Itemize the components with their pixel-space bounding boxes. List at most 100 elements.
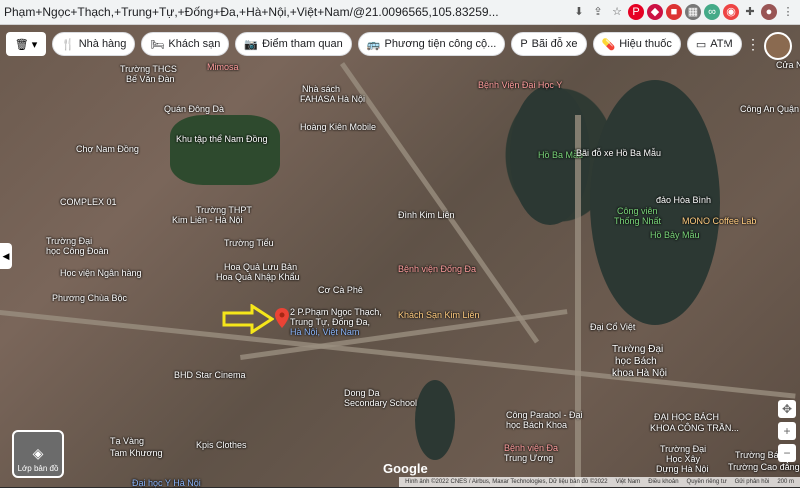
map-place-label[interactable]: Dựng Hà Nội (656, 464, 709, 474)
scale-bar[interactable]: 200 m (777, 479, 794, 485)
compass-icon[interactable]: ✥ (778, 400, 796, 418)
map-place-label[interactable]: KHOA CÔNG TRẦN... (650, 423, 739, 433)
menu-icon[interactable]: ⋮ (780, 4, 796, 20)
collapse-panel-button[interactable]: ◀ (0, 243, 12, 269)
map-place-label[interactable]: Nhà sách (302, 84, 340, 94)
map-place-label[interactable]: Khách Sạn Kim Liên (398, 310, 480, 320)
location-pin-icon[interactable] (275, 308, 289, 328)
atm-icon: ▭ (695, 38, 707, 51)
share-icon[interactable]: ⇪ (590, 4, 606, 20)
map-place-label[interactable]: Trung Ương (504, 453, 553, 463)
avatar[interactable] (764, 32, 792, 60)
map-place-label[interactable]: Mimosa (207, 62, 239, 72)
extension-toolbar: ⬇ ⇪ ☆ P ◆ ■ ▦ ∞ ◉ ✚ ● ⋮ (571, 4, 800, 20)
map-place-label[interactable]: Hoa Quả Lưu Bản (224, 262, 297, 272)
map-place-label[interactable]: Hoa Quả Nhập Khẩu (216, 272, 300, 282)
map-place-label[interactable]: Trường THCS (120, 64, 177, 74)
map-place-label[interactable]: Bệnh Viện Đại Học Y (478, 80, 562, 90)
map-place-label[interactable]: Cơ Cà Phê (318, 285, 363, 295)
map-place-label[interactable]: Trường Cao đẳng (728, 462, 800, 472)
map-place-label[interactable]: Trường Tiểu (224, 238, 274, 248)
chip-pharmacy[interactable]: 💊 Hiệu thuốc (592, 32, 681, 56)
chip-transit[interactable]: 🚌 Phương tiện công cộ... (357, 32, 506, 56)
map-place-label[interactable]: Học viện Ngân hàng (60, 268, 142, 278)
bed-icon: 🛏 (150, 38, 165, 51)
map-place-label[interactable]: Công viên (617, 206, 658, 216)
url-text[interactable]: Phạm+Ngọc+Thạch,+Trung+Tự,+Đống+Đa,+Hà+N… (0, 5, 571, 19)
map-place-label[interactable]: Chợ Nam Đồng (76, 144, 139, 154)
feedback-link[interactable]: Gửi phản hồi (735, 479, 770, 485)
chip-attractions[interactable]: 📷 Điểm tham quan (235, 32, 352, 56)
map-place-label[interactable]: Cửa Nam (776, 60, 800, 70)
map-place-label[interactable]: Tam Khương (110, 448, 162, 458)
map-place-label[interactable]: Bệnh viện Đống Đa (398, 264, 476, 274)
map-area (170, 115, 280, 185)
zoom-out-button[interactable]: − (778, 444, 796, 462)
map-place-label[interactable]: Kim Liên - Hà Nội (172, 215, 243, 225)
chip-label: Nhà hàng (78, 38, 127, 50)
map-place-label[interactable]: Trường THPT (196, 205, 252, 215)
map-place-label[interactable]: FAHASA Hà Nội (300, 94, 365, 104)
map-place-label[interactable]: BHD Star Cinema (174, 370, 246, 380)
extension-icon[interactable]: ◆ (647, 4, 663, 20)
map-place-label[interactable]: Công Parabol - Đại (506, 410, 583, 420)
chip-label: Bãi đỗ xe (531, 38, 578, 50)
layers-button[interactable]: ◈ Lớp bản đồ (12, 430, 64, 478)
map-place-label[interactable]: Đại Cổ Việt (590, 322, 635, 332)
map-place-label[interactable]: Học Xây (666, 454, 700, 464)
trash-menu-button[interactable]: 🗑 ▾ (6, 32, 46, 56)
puzzle-icon[interactable]: ✚ (742, 4, 758, 20)
layers-label: Lớp bản đồ (17, 464, 59, 473)
chip-parking[interactable]: P Bãi đỗ xe (511, 32, 587, 56)
extension-icon[interactable]: ▦ (685, 4, 701, 20)
region-link[interactable]: Việt Nam (616, 479, 641, 485)
map-place-label[interactable]: khoa Hà Nội (612, 368, 667, 379)
terms-link[interactable]: Điều khoản (648, 479, 678, 485)
bus-icon: 🚌 (366, 38, 381, 51)
map-place-label[interactable]: ĐẠI HỌC BÁCH (654, 412, 719, 422)
map-place-label[interactable]: Trường Đại (612, 344, 663, 355)
map-place-label[interactable]: Quán Đông Dà (164, 104, 224, 114)
map-place-label[interactable]: Hồ Bảy Mẫu (650, 230, 700, 240)
selected-place-label[interactable]: 2 P.Phạm Ngọc Thạch, Trung Tự, Đống Đa, … (290, 307, 382, 337)
pinterest-icon[interactable]: P (628, 4, 644, 20)
map-place-label[interactable]: Dong Da (344, 388, 380, 398)
map-place-label[interactable]: Hoàng Kiên Mobile (300, 122, 376, 132)
profile-icon[interactable]: ● (761, 4, 777, 20)
star-icon[interactable]: ☆ (609, 4, 625, 20)
map-place-label[interactable]: Bệnh viện Đa (504, 443, 558, 453)
chip-label: Phương tiện công cộ... (384, 38, 497, 50)
map-place-label[interactable]: học Bách Khoa (506, 420, 567, 430)
map-place-label[interactable]: đảo Hòa Bình (656, 195, 711, 205)
map-place-label[interactable]: MONO Coffee Lab (682, 216, 756, 226)
extension-icon[interactable]: ■ (666, 4, 682, 20)
map-place-label[interactable]: Bãi đỗ xe Hồ Ba Mẫu (576, 148, 661, 158)
map-place-label[interactable]: học Công Đoàn (46, 246, 109, 256)
address-bar[interactable]: Phạm+Ngọc+Thạch,+Trung+Tự,+Đống+Đa,+Hà+N… (0, 0, 800, 25)
chip-restaurants[interactable]: 🍴 Nhà hàng (52, 32, 136, 56)
yellow-arrow-annotation (222, 304, 274, 334)
map-place-label[interactable]: Phương Chùa Bộc (52, 293, 127, 303)
map-place-label[interactable]: Kpis Clothes (196, 440, 247, 450)
map-place-label[interactable]: COMPLEX 01 (60, 197, 117, 207)
extension-icon[interactable]: ◉ (723, 4, 739, 20)
apps-grid-icon[interactable]: ⋮⋮⋮ (718, 36, 760, 53)
map-place-label[interactable]: Trường Đại (660, 444, 706, 454)
map-place-label[interactable]: Secondary School (344, 398, 417, 408)
map-place-label[interactable]: Thống Nhất (614, 216, 661, 226)
chip-hotels[interactable]: 🛏 Khách sạn (141, 32, 230, 56)
selected-place-line: Hà Nội, Việt Nam (290, 327, 360, 337)
download-icon[interactable]: ⬇ (571, 4, 587, 20)
pill-icon: 💊 (601, 38, 616, 51)
map-place-label[interactable]: Đình Kim Liên (398, 210, 455, 220)
extension-icon[interactable]: ∞ (704, 4, 720, 20)
map-place-label[interactable]: Tạ Vàng (110, 436, 144, 446)
map-place-label[interactable]: Công An Quận (740, 104, 799, 114)
zoom-in-button[interactable]: + (778, 422, 796, 440)
privacy-link[interactable]: Quyền riêng tư (687, 479, 727, 485)
map-place-label[interactable]: học Bách (615, 356, 657, 367)
selected-place-line: 2 P.Phạm Ngọc Thạch, (290, 307, 382, 317)
map-place-label[interactable]: Bế Văn Đàn (126, 74, 175, 84)
map-place-label[interactable]: Khu tập thể Nam Đồng (176, 134, 268, 144)
map-place-label[interactable]: Trường Đại (46, 236, 92, 246)
